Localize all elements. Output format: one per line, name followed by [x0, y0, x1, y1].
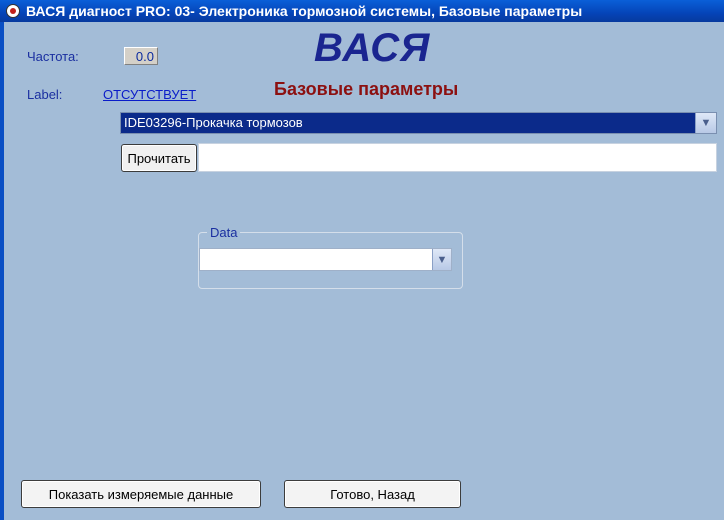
read-button[interactable]: Прочитать: [121, 144, 197, 172]
window-border: [0, 22, 4, 520]
show-measured-data-button[interactable]: Показать измеряемые данные: [21, 480, 261, 508]
label-value-link[interactable]: ОТСУТСТВУЕТ: [103, 87, 196, 102]
chevron-down-icon[interactable]: ▼: [432, 249, 451, 270]
app-logo: ВАСЯ: [314, 26, 431, 70]
chevron-down-icon[interactable]: ▼: [695, 113, 716, 133]
window-title: ВАСЯ диагност PRO: 03- Электроника тормо…: [26, 3, 583, 19]
data-select[interactable]: ▼: [199, 248, 452, 271]
function-select[interactable]: IDE03296-Прокачка тормозов ▼: [120, 112, 717, 134]
result-field[interactable]: [198, 143, 717, 172]
title-bar: ВАСЯ диагност PRO: 03- Электроника тормо…: [0, 0, 724, 22]
data-group-label: Data: [207, 225, 241, 240]
function-select-value: IDE03296-Прокачка тормозов: [124, 115, 303, 130]
label-label: Label:: [27, 87, 63, 102]
frequency-value: 0.0: [124, 47, 158, 65]
frequency-label: Частота:: [27, 49, 79, 64]
page-subtitle: Базовые параметры: [274, 79, 459, 99]
app-icon: [6, 4, 20, 18]
done-back-button[interactable]: Готово, Назад: [284, 480, 461, 508]
